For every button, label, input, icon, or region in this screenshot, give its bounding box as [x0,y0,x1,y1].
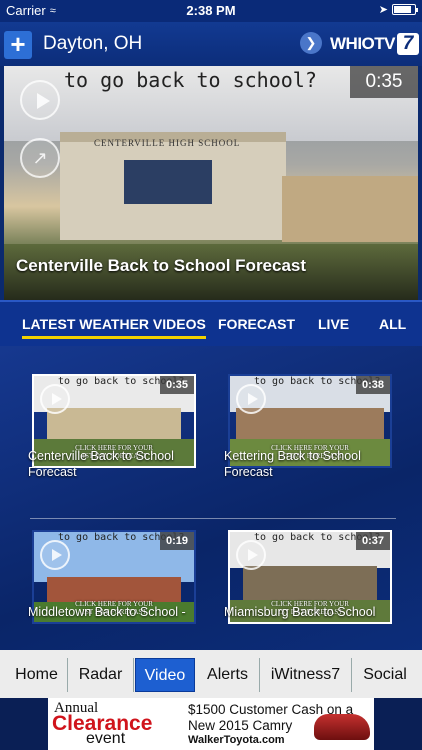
video-card[interactable]: to go back to school? 0:19 CLICK HERE FO… [28,502,196,640]
station-logo: WHIOTV 7 [330,31,419,57]
hero-glass [124,160,212,204]
logo-number: 7 [397,33,419,55]
nav-bar: + Dayton, OH ❯ WHIOTV 7 [0,22,422,66]
play-icon[interactable] [40,540,70,570]
play-icon[interactable] [40,384,70,414]
status-time: 2:38 PM [186,3,236,18]
thumb-building [242,566,378,603]
thumb-building [236,407,384,440]
thumb-building [46,407,182,440]
tab-latest-weather-videos[interactable]: LATEST WEATHER VIDEOS [22,316,206,339]
tab-all[interactable]: ALL [379,316,406,332]
share-icon[interactable]: ↗ [20,138,60,178]
tab-forecast[interactable]: FORECAST [218,316,295,332]
bottom-tab-social[interactable]: Social [352,658,418,692]
next-location-button[interactable]: ❯ [300,32,322,54]
video-title[interactable]: Kettering Back to School Forecast [224,448,396,480]
add-location-button[interactable]: + [4,31,32,59]
hero-wing [282,176,418,242]
video-duration: 0:35 [160,376,194,394]
video-title[interactable]: Middletown Back to School - [28,604,200,620]
bottom-tab-iwitness7[interactable]: iWitness7 [260,658,352,692]
play-icon[interactable] [236,384,266,414]
bottom-tab-bar: Home Radar Video Alerts iWitness7 Social [0,650,422,698]
hero-building-sign: CENTERVILLE HIGH SCHOOL [94,138,241,148]
ad-content[interactable]: Annual Clearance event $1500 Customer Ca… [48,698,374,750]
city-title[interactable]: Dayton, OH [43,33,142,55]
car-image [314,714,370,740]
status-bar: Carrier ≈ 2:38 PM ➤ [0,0,422,22]
bottom-tab-home[interactable]: Home [6,658,68,692]
video-duration: 0:38 [356,376,390,394]
video-title[interactable]: Centerville Back to School Forecast [28,448,200,480]
video-card[interactable]: to go back to school? 0:35 CLICK HERE FO… [28,346,196,484]
status-right: ➤ [378,3,418,16]
video-card[interactable]: to go back to school? 0:37 CLICK HERE FO… [224,502,392,640]
ad-dealer-text: WalkerToyota.com [188,734,285,746]
video-duration: 0:19 [160,532,194,550]
ad-event-text: event [86,730,126,747]
ad-banner[interactable]: Annual Clearance event $1500 Customer Ca… [0,698,422,750]
hero-caption: Centerville Back to School Forecast [16,256,307,275]
bottom-tab-video[interactable]: Video [135,658,195,692]
video-card[interactable]: to go back to school? 0:38 CLICK HERE FO… [224,346,392,484]
video-grid: to go back to school? 0:35 CLICK HERE FO… [0,346,422,650]
play-icon[interactable] [236,540,266,570]
video-duration: 0:37 [356,532,390,550]
play-icon[interactable] [20,80,60,120]
battery-icon [392,4,418,15]
hero-duration: 0:35 [350,66,418,98]
featured-video[interactable]: to go back to school? CENTERVILLE HIGH S… [4,66,418,300]
logo-text: WHIOTV [330,34,396,53]
bottom-tab-alerts[interactable]: Alerts [196,658,260,692]
video-tabs: LATEST WEATHER VIDEOS FORECAST LIVE ALL [0,300,422,346]
hero-scribble-text: to go back to school? [64,68,317,92]
location-arrow-icon: ➤ [378,4,388,16]
tab-live[interactable]: LIVE [318,316,349,332]
bottom-tab-radar[interactable]: Radar [68,658,134,692]
video-title[interactable]: Miamisburg Back to School [224,604,396,620]
chevron-right-icon: ❯ [305,35,317,50]
